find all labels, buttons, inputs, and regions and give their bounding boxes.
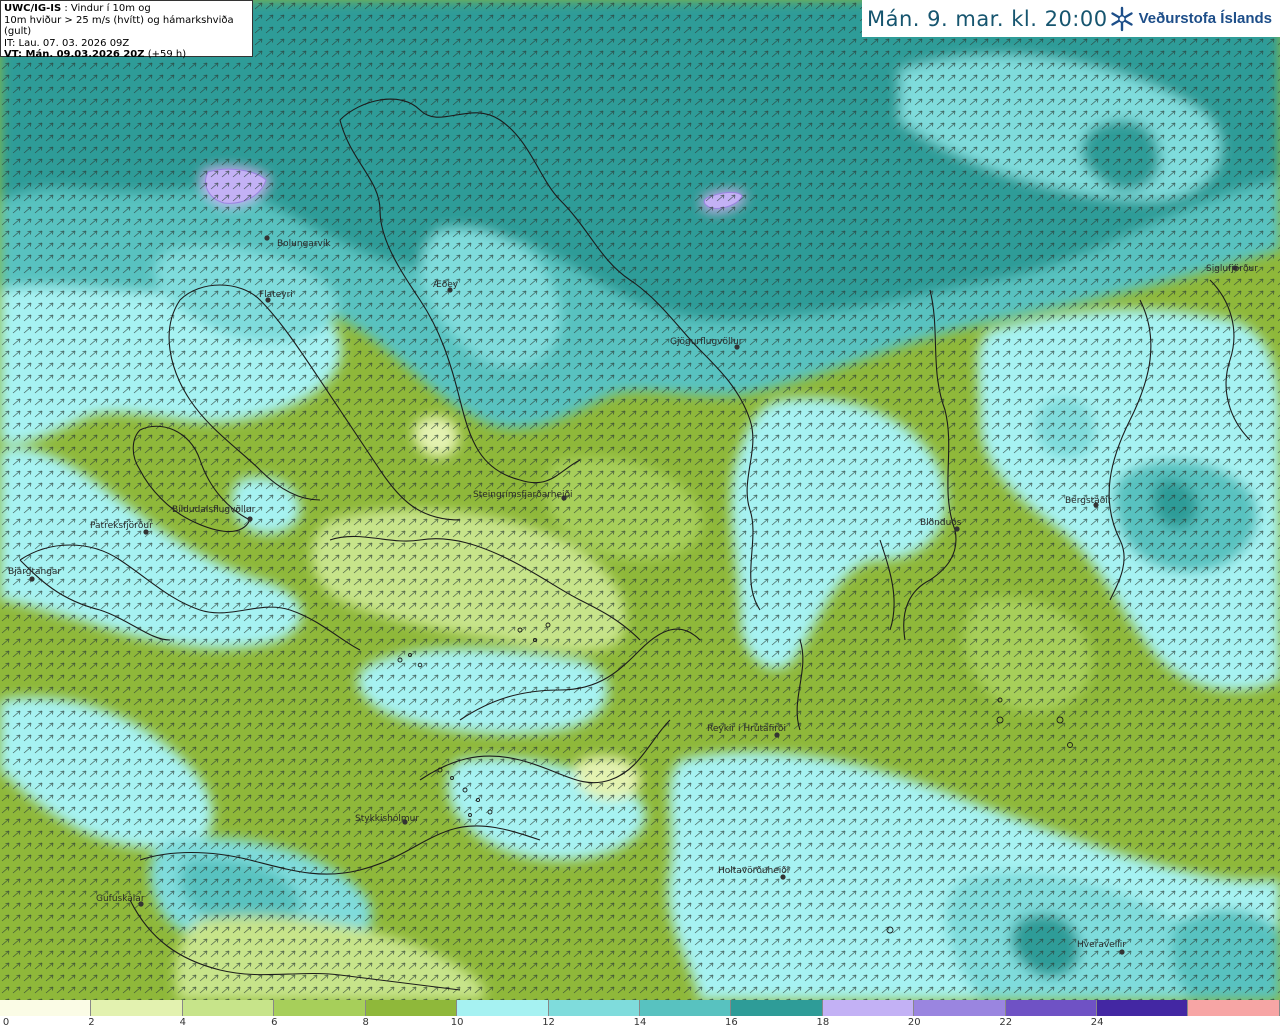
colorbar-segment (914, 1000, 1006, 1016)
info-line4: VT: Mán. 09.03.2026 20Z (4, 49, 145, 60)
colorbar-segment (457, 1000, 549, 1016)
town-label-aedey: Æðey (433, 280, 459, 290)
town-label-steingrimsfjardarheidi: Steingrímsfjarðarheiði (473, 490, 573, 500)
colorbar-label: 24 (1090, 1017, 1104, 1028)
colorbar-segment (1097, 1000, 1189, 1016)
town-label-gjogurflugvollur: Gjögurflugvöllur (670, 337, 743, 347)
info-line2: 10m hviður > 25 m/s (hvítt) og hámarkshv… (4, 14, 234, 38)
town-label-holtavorduheidi: Holtavörðuheiði (718, 866, 789, 876)
logo-text: Veðurstofa Íslands (1138, 10, 1272, 27)
colorbar-segment (365, 1000, 458, 1016)
colorbar-label: 0 (2, 1017, 10, 1028)
colorbar-segment (91, 1000, 183, 1016)
colorbar-label: 2 (88, 1017, 95, 1028)
colorbar-label: 6 (271, 1017, 278, 1028)
info-line3: IT: Lau. 07. 03. 2026 09Z (4, 37, 130, 49)
colorbar-segments (0, 1000, 1280, 1016)
town-label-patreksfjordur: Patreksfjörður (90, 521, 153, 531)
wind-map: Bolungarvík Flateyri Æðey Gjögurflugvöllur S… (0, 0, 1280, 1000)
town-label-stykkisholmur: Stykkishólmur (355, 813, 419, 824)
colorbar-label: 20 (907, 1017, 921, 1028)
town-label-siglufjordur: Siglufjörður (1206, 264, 1258, 274)
colorbar-segment (548, 1000, 640, 1016)
info-line4-lead: (+59 h) (144, 49, 187, 60)
colorbar-segment (1005, 1000, 1098, 1016)
colorbar-label: 18 (816, 1017, 830, 1028)
town-marker-bolungarvik (264, 235, 270, 241)
colorbar-label: 16 (725, 1017, 738, 1028)
colorbar-segment (0, 1000, 92, 1016)
model-code: UWC/IG-IS (4, 3, 62, 14)
town-label-bergstadir: Bergstaðir (1065, 496, 1112, 506)
colorbar-label: 14 (633, 1017, 647, 1028)
info-line1: : Vindur í 10m og (61, 3, 151, 14)
town-label-flateyri: Flateyri (259, 290, 293, 300)
town-label-bildudalsflugvollur: Bíldudalsflugvöllur (172, 505, 256, 515)
town-label-bolungarvik: Bolungarvík (277, 239, 331, 249)
colorbar-label: 12 (542, 1017, 555, 1028)
colorbar-segment (639, 1000, 732, 1016)
valid-time: Mán. 9. mar. kl. 20:00 (867, 6, 1108, 31)
colorbar-segment (274, 1000, 366, 1016)
colorbar-segment (822, 1000, 915, 1016)
logo: Veðurstofa Íslands (1109, 6, 1272, 32)
model-info-box: UWC/IG-IS : Vindur í 10m og 10m hviður >… (0, 0, 253, 60)
town-marker-bildudalsflugvollur (247, 516, 253, 522)
town-label-bjargtangar: Bjargtangar (8, 567, 61, 577)
colorbar-label: 10 (450, 1017, 464, 1028)
colorbar-label: 22 (999, 1017, 1013, 1028)
town-label-gufuskalar: Gufuskálar (96, 894, 145, 904)
town-label-hveravellir: Hveravellir (1077, 940, 1126, 950)
town-marker-bjargtangar (29, 576, 35, 582)
town-marker-hveravellir (1119, 949, 1125, 955)
colorbar-segment (1188, 1000, 1280, 1016)
colorbar-label: 4 (179, 1017, 187, 1028)
town-label-reykir: Reykir í Hrútafirði (707, 724, 786, 734)
colorbar-segment (182, 1000, 275, 1016)
colorbar-label: 8 (362, 1017, 369, 1028)
header-box: Mán. 9. mar. kl. 20:00 Veðurstofa Ísland… (862, 0, 1280, 37)
town-label-blonduos: Blönduós (920, 517, 962, 528)
colorbar: 0 2 4 6 8 10 12 14 16 18 20 22 24 (0, 1000, 1280, 1030)
snowflake-icon (1110, 6, 1133, 31)
colorbar-segment (731, 1000, 823, 1016)
